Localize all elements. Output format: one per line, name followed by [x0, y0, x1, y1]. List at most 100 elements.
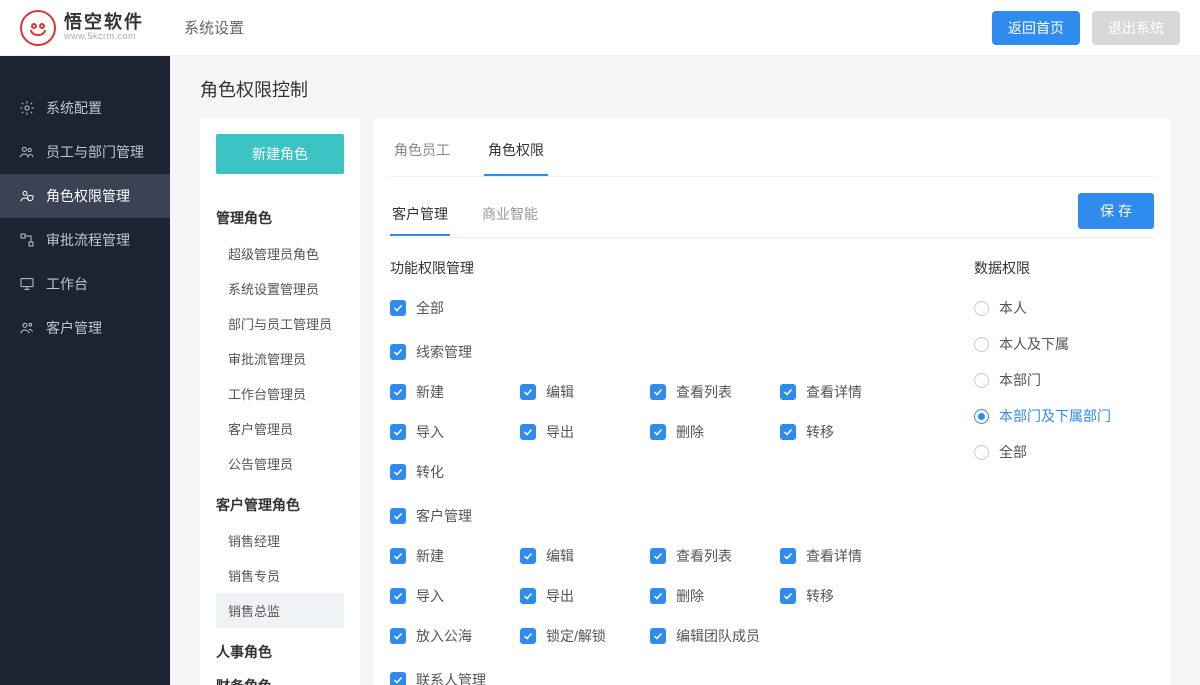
- header-page-label: 系统设置: [184, 17, 244, 38]
- user-group-icon: [18, 320, 36, 336]
- radio-icon: [974, 301, 989, 316]
- sidebar: 系统配置员工与部门管理角色权限管理审批流程管理工作台客户管理: [0, 56, 170, 685]
- role-detail-panel: 角色员工角色权限 客户管理商业智能 保 存 功能权限管理 全部线索管理新建编辑查…: [374, 118, 1170, 685]
- perm-checkbox[interactable]: 编辑: [520, 546, 650, 566]
- logo[interactable]: 悟空软件 www.5kcrm.com: [20, 10, 144, 46]
- perm-checkbox[interactable]: 导入: [390, 422, 520, 442]
- radio-label: 本部门: [999, 370, 1041, 390]
- sidebar-item-4[interactable]: 工作台: [0, 262, 170, 306]
- perm-label: 客户管理: [416, 506, 472, 526]
- checkbox-icon: [390, 464, 406, 480]
- checkbox-icon: [520, 424, 536, 440]
- data-perm-option[interactable]: 本人及下属: [974, 334, 1154, 354]
- role-group-title: 管理角色: [216, 208, 344, 228]
- checkbox-icon: [520, 548, 536, 564]
- perm-group: 客户管理新建编辑 查看列表 查看详情导入 导出删除 转移放入公海 锁定/解锁编辑团队成员: [390, 506, 954, 646]
- radio-label: 本人: [999, 298, 1027, 318]
- perm-checkbox[interactable]: 导出: [520, 422, 650, 442]
- role-item[interactable]: 部门与员工管理员: [216, 306, 344, 341]
- perm-row: 导入 导出 删除 转移: [390, 422, 954, 442]
- perm-checkbox[interactable]: 新建: [390, 546, 520, 566]
- perm-label: 转移: [806, 586, 834, 606]
- perm-label: 导入: [416, 586, 444, 606]
- sidebar-item-label: 员工与部门管理: [46, 142, 144, 162]
- checkbox-icon: [390, 424, 406, 440]
- perm-label: 删除: [676, 422, 704, 442]
- new-role-button[interactable]: 新建角色: [216, 134, 344, 174]
- role-item[interactable]: 销售专员: [216, 558, 344, 593]
- tab-0[interactable]: 角色员工: [390, 126, 454, 176]
- role-item[interactable]: 客户管理员: [216, 411, 344, 446]
- checkbox-icon: [390, 628, 406, 644]
- perm-checkbox[interactable]: 转移: [780, 586, 910, 606]
- perm-checkbox[interactable]: 删除: [650, 586, 780, 606]
- checkbox-icon: [390, 384, 406, 400]
- perm-label: 联系人管理: [416, 670, 486, 685]
- role-item[interactable]: 工作台管理员: [216, 376, 344, 411]
- perm-checkbox[interactable]: 导入: [390, 586, 520, 606]
- sidebar-item-label: 审批流程管理: [46, 230, 130, 250]
- data-permissions: 数据权限 本人本人及下属本部门本部门及下属部门全部: [954, 258, 1154, 685]
- logo-subtitle: www.5kcrm.com: [64, 32, 144, 42]
- radio-icon: [974, 409, 989, 424]
- perm-checkbox[interactable]: 新建: [390, 382, 520, 402]
- role-item[interactable]: 公告管理员: [216, 446, 344, 481]
- checkbox-icon: [650, 384, 666, 400]
- logo-icon: [20, 10, 56, 46]
- perm-label: 导入: [416, 422, 444, 442]
- users-icon: [18, 144, 36, 160]
- logo-title: 悟空软件: [64, 13, 144, 33]
- subtabs: 客户管理商业智能: [390, 194, 540, 236]
- role-item[interactable]: 销售总监: [216, 593, 344, 628]
- data-perm-option[interactable]: 本人: [974, 298, 1154, 318]
- perm-checkbox[interactable]: 查看列表: [650, 546, 780, 566]
- sidebar-item-0[interactable]: 系统配置: [0, 86, 170, 130]
- perm-checkbox[interactable]: 放入公海: [390, 626, 520, 646]
- perm-checkbox[interactable]: 转移: [780, 422, 910, 442]
- perm-checkbox[interactable]: 查看详情: [780, 546, 910, 566]
- sidebar-item-1[interactable]: 员工与部门管理: [0, 130, 170, 174]
- logout-button[interactable]: 退出系统: [1092, 11, 1180, 45]
- perm-row: 导入 导出删除 转移: [390, 586, 954, 606]
- perm-checkbox[interactable]: 删除: [650, 422, 780, 442]
- perm-checkbox[interactable]: 编辑团队成员: [650, 626, 780, 646]
- save-button[interactable]: 保 存: [1078, 193, 1154, 229]
- perm-checkbox[interactable]: 客户管理: [390, 506, 520, 526]
- perm-row: 转化: [390, 462, 954, 482]
- perm-checkbox[interactable]: 联系人管理: [390, 670, 520, 685]
- sidebar-item-3[interactable]: 审批流程管理: [0, 218, 170, 262]
- role-item[interactable]: 系统设置管理员: [216, 271, 344, 306]
- sidebar-item-5[interactable]: 客户管理: [0, 306, 170, 350]
- perm-label: 查看列表: [676, 546, 732, 566]
- checkbox-icon: [650, 588, 666, 604]
- perm-group: 全部: [390, 298, 954, 318]
- role-item[interactable]: 超级管理员角色: [216, 236, 344, 271]
- function-perm-heading: 功能权限管理: [390, 258, 954, 278]
- perm-checkbox[interactable]: 编辑: [520, 382, 650, 402]
- sidebar-item-2[interactable]: 角色权限管理: [0, 174, 170, 218]
- perm-checkbox[interactable]: 全部: [390, 298, 520, 318]
- back-home-button[interactable]: 返回首页: [992, 11, 1080, 45]
- perm-row: 放入公海 锁定/解锁编辑团队成员: [390, 626, 954, 646]
- data-perm-option[interactable]: 本部门: [974, 370, 1154, 390]
- role-item[interactable]: 审批流管理员: [216, 341, 344, 376]
- main: 角色权限控制 新建角色 管理角色超级管理员角色系统设置管理员部门与员工管理员审批…: [170, 56, 1200, 685]
- data-perm-option[interactable]: 本部门及下属部门: [974, 406, 1154, 426]
- checkbox-icon: [390, 508, 406, 524]
- tab-1[interactable]: 角色权限: [484, 126, 548, 176]
- subtab-1[interactable]: 商业智能: [480, 194, 540, 236]
- data-perm-option[interactable]: 全部: [974, 442, 1154, 462]
- perm-label: 放入公海: [416, 626, 472, 646]
- perm-checkbox[interactable]: 转化: [390, 462, 520, 482]
- perm-checkbox[interactable]: 查看列表: [650, 382, 780, 402]
- perm-checkbox[interactable]: 线索管理: [390, 342, 520, 362]
- perm-checkbox[interactable]: 导出: [520, 586, 650, 606]
- role-item[interactable]: 销售经理: [216, 523, 344, 558]
- perm-label: 编辑: [546, 382, 574, 402]
- role-group-title: 客户管理角色: [216, 495, 344, 515]
- perm-checkbox[interactable]: 锁定/解锁: [520, 626, 650, 646]
- subtab-0[interactable]: 客户管理: [390, 194, 450, 236]
- sidebar-item-label: 角色权限管理: [46, 186, 130, 206]
- sidebar-item-label: 工作台: [46, 274, 88, 294]
- perm-checkbox[interactable]: 查看详情: [780, 382, 910, 402]
